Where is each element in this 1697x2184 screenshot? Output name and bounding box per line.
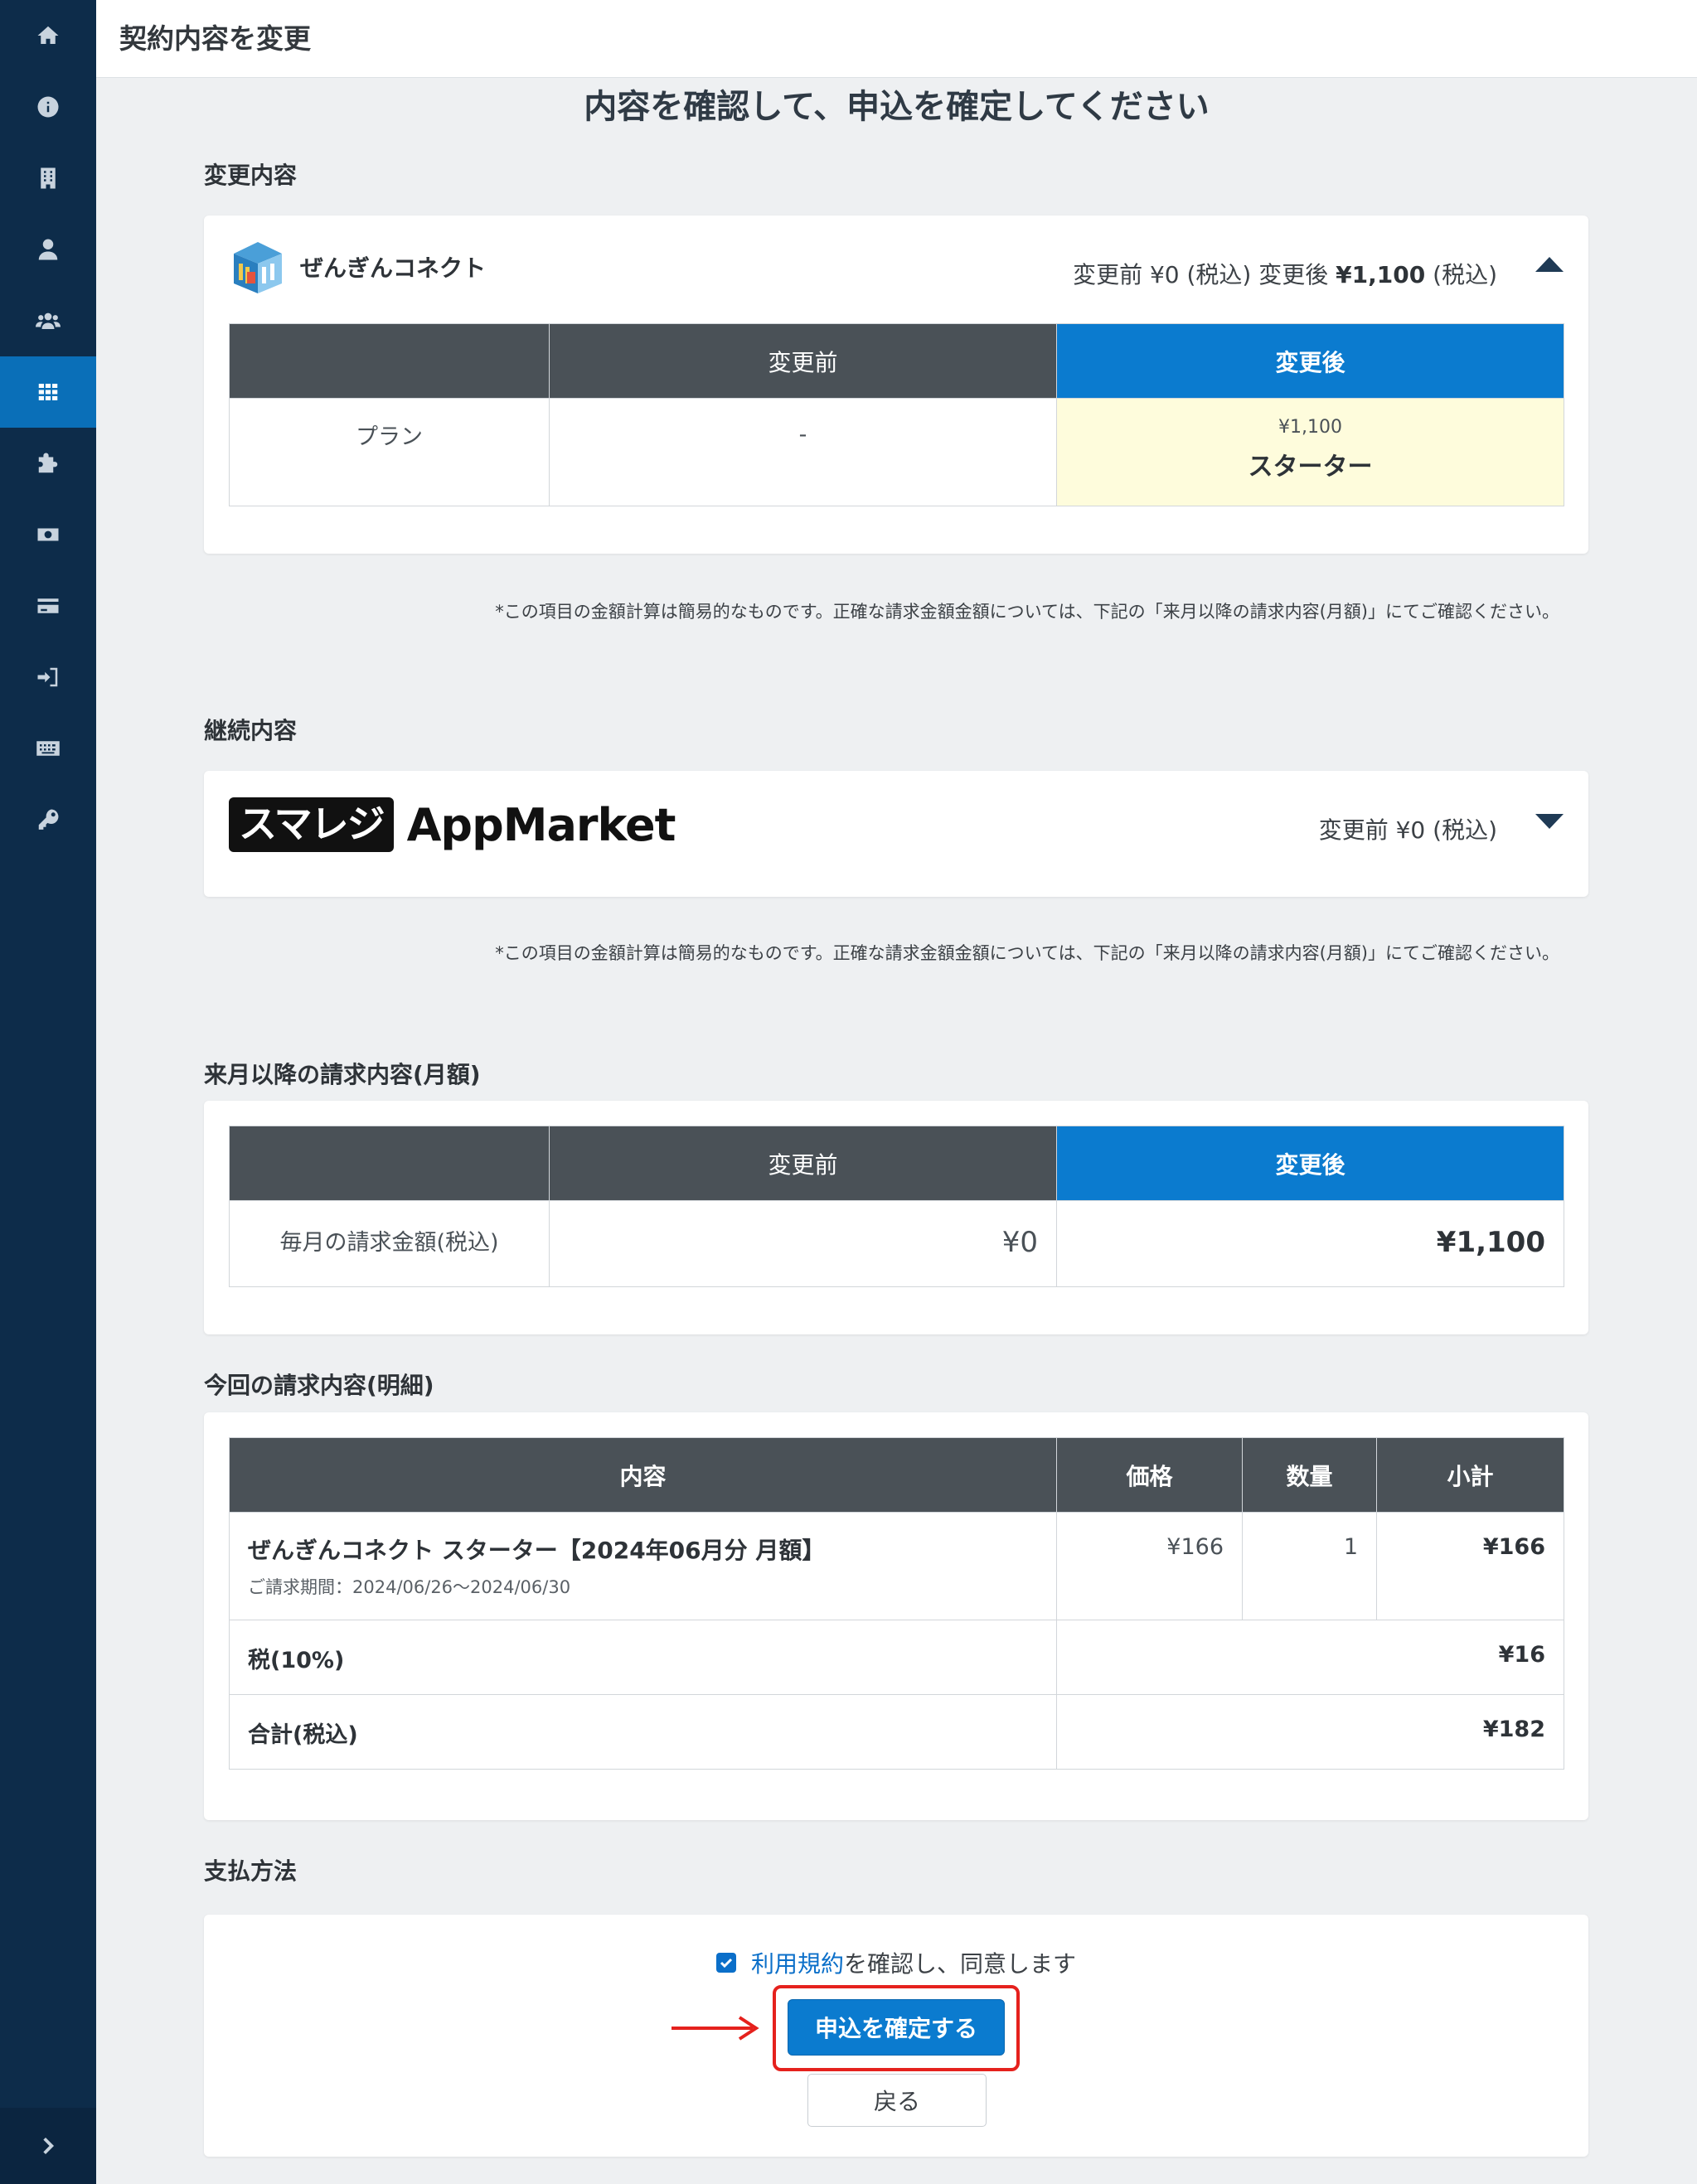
zengin-logo-icon: [234, 242, 282, 293]
detail-item-name: ぜんぎんコネクト スターター【2024年06月分 月額】: [248, 1537, 826, 1564]
sidebar-item-apps[interactable]: [0, 356, 96, 428]
smaregi-appmarket-logo: スマレジ AppMarket: [229, 797, 676, 852]
monthly-after: ¥1,100: [1056, 1200, 1564, 1287]
sidebar: [0, 0, 96, 2184]
sidebar-item-keyboard[interactable]: [0, 713, 96, 784]
keyboard-icon: [36, 741, 60, 756]
sidebar-item-payment[interactable]: [0, 570, 96, 642]
agree-text: を確認し、同意します: [844, 1950, 1077, 1978]
arrow-right-icon: [672, 2016, 759, 2041]
monthly-table-header-after: 変更後: [1056, 1126, 1564, 1201]
agree-row: 利用規約 を確認し、同意します: [204, 1946, 1588, 1979]
table-row: ぜんぎんコネクト スターター【2024年06月分 月額】 ご請求期間：2024/…: [229, 1512, 1564, 1620]
terms-link[interactable]: 利用規約: [751, 1946, 844, 1979]
money-icon: [37, 528, 59, 541]
monthly-table-header-before: 変更前: [549, 1126, 1057, 1201]
checkmark-icon: [720, 1958, 733, 1969]
caret-down-icon: [1535, 814, 1564, 829]
plan-label: プラン: [229, 398, 550, 506]
sidebar-item-key[interactable]: [0, 784, 96, 855]
monthly-card: 変更前 変更後 毎月の請求金額(税込) ¥0 ¥1,100: [204, 1101, 1588, 1334]
monthly-before: ¥0: [549, 1200, 1057, 1287]
credit-card-icon: [37, 598, 59, 613]
grid-icon: [38, 384, 58, 400]
change-table: 変更前 変更後 プラン - ¥1,100 スターター: [229, 323, 1564, 506]
detail-card: 内容 価格 数量 小計 ぜんぎんコネクト スターター【2024年06月分 月額】…: [204, 1412, 1588, 1820]
detail-item-subtotal: ¥166: [1376, 1512, 1564, 1620]
app-name: ぜんぎんコネクト: [300, 254, 487, 282]
payment-section-heading: 支払方法: [204, 1857, 298, 1885]
expand-toggle[interactable]: [1534, 809, 1565, 834]
detail-item-price: ¥166: [1056, 1512, 1243, 1620]
total-value: ¥182: [1056, 1694, 1564, 1770]
sidebar-expand-button[interactable]: [0, 2108, 96, 2184]
plan-after-cell: ¥1,100 スターター: [1056, 398, 1564, 506]
key-icon: [38, 809, 59, 830]
continue-section-heading: 継続内容: [204, 717, 298, 744]
total-label: 合計(税込): [229, 1694, 1057, 1770]
price-after-suffix: (税込): [1433, 261, 1497, 288]
confirm-button[interactable]: 申込を確定する: [788, 1999, 1005, 2056]
continue-note: *この項目の金額計算は簡易的なものです。正確な請求金額金額については、下記の「来…: [495, 943, 1559, 963]
puzzle-icon: [38, 453, 58, 473]
change-note: *この項目の金額計算は簡易的なものです。正確な請求金額金額については、下記の「来…: [495, 602, 1559, 622]
detail-section-heading: 今回の請求内容(明細): [204, 1372, 434, 1399]
detail-table: 内容 価格 数量 小計 ぜんぎんコネクト スターター【2024年06月分 月額】…: [229, 1437, 1564, 1770]
sidebar-item-info[interactable]: [0, 71, 96, 143]
info-icon: [37, 96, 59, 118]
change-table-header-before: 変更前: [549, 323, 1057, 399]
page-title: 契約内容を変更: [119, 22, 311, 55]
change-table-header-after: 変更後: [1056, 323, 1564, 399]
monthly-table: 変更前 変更後 毎月の請求金額(税込) ¥0 ¥1,100: [229, 1126, 1564, 1287]
main-title: 内容を確認して、申込を確定してください: [584, 88, 1210, 126]
sidebar-item-home[interactable]: [0, 0, 96, 71]
collapse-toggle[interactable]: [1534, 252, 1565, 277]
sidebar-item-building[interactable]: [0, 143, 96, 214]
home-icon: [37, 26, 59, 44]
change-table-header-empty: [229, 323, 550, 399]
agree-checkbox[interactable]: [715, 1953, 736, 1973]
top-bar: 契約内容を変更: [96, 0, 1697, 78]
detail-header-price: 価格: [1056, 1437, 1243, 1513]
detail-item-cell: ぜんぎんコネクト スターター【2024年06月分 月額】 ご請求期間：2024/…: [229, 1512, 1057, 1620]
monthly-table-header-empty: [229, 1126, 550, 1201]
sidebar-item-plugins[interactable]: [0, 428, 96, 499]
app-price-summary: 変更前 ¥0 (税込) 変更後 ¥1,100 (税込): [1073, 257, 1497, 290]
sidebar-item-billing[interactable]: [0, 499, 96, 570]
sign-in-icon: [37, 667, 58, 687]
sidebar-item-user[interactable]: [0, 214, 96, 285]
appmarket-logo-text: AppMarket: [406, 798, 676, 851]
plan-after-price: ¥1,100: [1278, 417, 1342, 438]
smaregi-logo-box: スマレジ: [229, 797, 394, 852]
tax-label: 税(10%): [229, 1620, 1057, 1695]
detail-item-period: ご請求期間：2024/06/26〜2024/06/30: [248, 1577, 571, 1597]
chevron-right-icon: [43, 2137, 55, 2155]
monthly-row-label: 毎月の請求金額(税込): [229, 1200, 550, 1287]
detail-item-qty: 1: [1242, 1512, 1377, 1620]
continue-card: スマレジ AppMarket 変更前 ¥0 (税込): [204, 771, 1588, 897]
detail-header-content: 内容: [229, 1437, 1057, 1513]
back-button[interactable]: 戻る: [807, 2074, 987, 2127]
continue-price: 変更前 ¥0 (税込): [1318, 816, 1497, 844]
price-after-value: ¥1,100: [1336, 261, 1426, 288]
plan-after-name: スターター: [1248, 453, 1373, 482]
users-icon: [36, 312, 61, 329]
building-icon: [41, 167, 56, 189]
change-section-heading: 変更内容: [204, 162, 298, 189]
tax-value: ¥16: [1056, 1620, 1564, 1695]
price-before-label: 変更前 ¥0 (税込) 変更後: [1073, 261, 1329, 288]
user-icon: [38, 239, 58, 260]
plan-before: -: [549, 398, 1057, 506]
caret-up-icon: [1535, 257, 1564, 272]
detail-header-subtotal: 小計: [1376, 1437, 1564, 1513]
monthly-section-heading: 来月以降の請求内容(月額): [204, 1061, 481, 1088]
sidebar-item-login[interactable]: [0, 642, 96, 713]
detail-header-qty: 数量: [1242, 1437, 1377, 1513]
table-row: 税(10%) ¥16: [229, 1620, 1564, 1695]
sidebar-item-users[interactable]: [0, 285, 96, 356]
change-card: ぜんぎんコネクト 変更前 ¥0 (税込) 変更後 ¥1,100 (税込) 変更前…: [204, 215, 1588, 554]
table-row: 合計(税込) ¥182: [229, 1694, 1564, 1770]
